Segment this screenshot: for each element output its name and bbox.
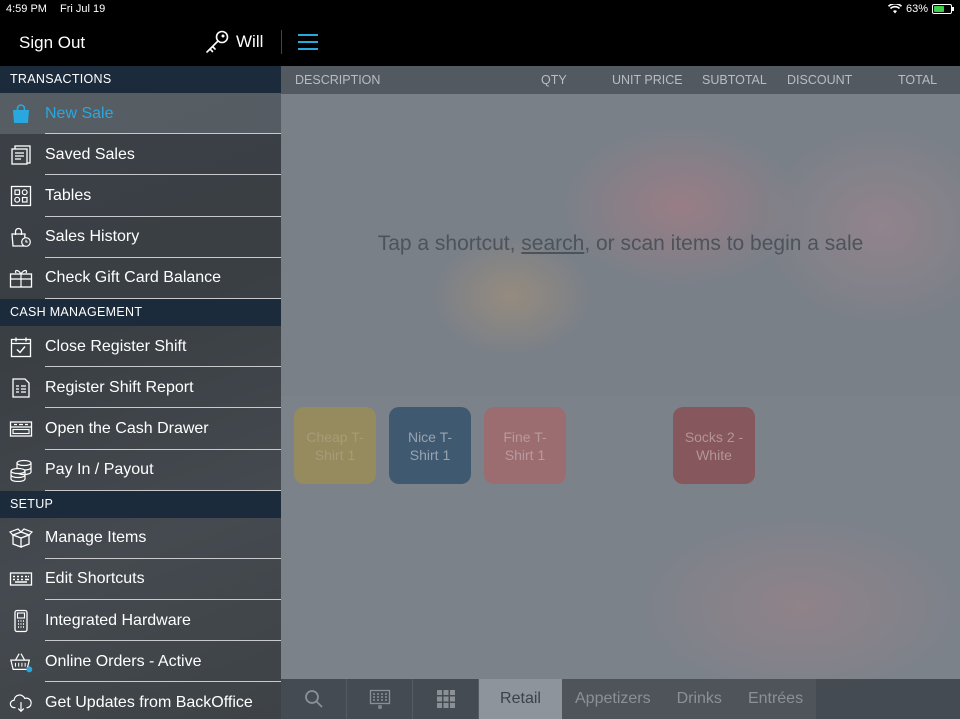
sidebar-item-online-orders[interactable]: Online Orders - Active [0, 641, 281, 683]
sidebar-item-label: Online Orders - Active [45, 652, 202, 670]
sidebar-item-label: Register Shift Report [45, 378, 194, 396]
search-tab[interactable] [281, 679, 347, 719]
battery-percent: 63% [905, 3, 928, 15]
shortcut-cheap-t-shirt-1[interactable]: Cheap T-Shirt 1 [294, 407, 376, 484]
battery-icon [932, 4, 954, 14]
sidebar-item-integrated-hardware[interactable]: Integrated Hardware [0, 600, 281, 642]
tab-retail[interactable]: Retail [479, 679, 562, 719]
column-unit-price: UNIT PRICE [612, 73, 683, 87]
sidebar-item-sales-history[interactable]: Sales History [0, 217, 281, 258]
keypad-tab[interactable] [347, 679, 413, 719]
section-header-setup: SETUP [0, 490, 281, 518]
calendar-check-icon [9, 335, 33, 359]
card-terminal-icon [9, 609, 33, 633]
column-discount: DISCOUNT [787, 73, 853, 87]
sidebar-item-gift-card-balance[interactable]: Check Gift Card Balance [0, 258, 281, 300]
sidebar-item-label: Sales History [45, 228, 140, 246]
sidebar-item-label: Manage Items [45, 529, 147, 547]
sales-history-icon [9, 225, 33, 249]
nav-divider [281, 30, 282, 54]
sidebar-item-close-register-shift[interactable]: Close Register Shift [0, 326, 281, 368]
keyboard-icon [9, 567, 33, 591]
sale-area: DESCRIPTION QTY UNIT PRICE SUBTOTAL DISC… [281, 66, 960, 719]
sidebar-item-saved-sales[interactable]: Saved Sales [0, 134, 281, 176]
sidebar-item-label: Integrated Hardware [45, 611, 191, 629]
key-icon [206, 30, 229, 53]
shopping-bag-icon [9, 102, 33, 126]
sidebar-item-label: Get Updates from BackOffice [45, 694, 253, 712]
status-date: Fri Jul 19 [60, 3, 106, 15]
tab-drinks[interactable]: Drinks [663, 679, 735, 719]
shortcut-grid [281, 396, 960, 679]
sidebar-item-open-cash-drawer[interactable]: Open the Cash Drawer [0, 408, 281, 450]
section-header-transactions: TRANSACTIONS [0, 66, 281, 93]
sidebar-item-label: Tables [45, 186, 92, 204]
tab-appetizers[interactable]: Appetizers [562, 679, 664, 719]
empty-sale-message: Tap a shortcut, search, or scan items to… [281, 232, 960, 256]
box-icon [9, 526, 33, 550]
cloud-download-icon [9, 691, 33, 715]
keypad-icon [369, 689, 390, 709]
empty-message-prefix: Tap a shortcut, [377, 232, 522, 255]
status-time: 4:59 PM [6, 3, 47, 15]
search-link[interactable]: search [521, 232, 584, 255]
sidebar-item-get-updates[interactable]: Get Updates from BackOffice [0, 682, 281, 719]
tables-icon [9, 184, 33, 208]
section-header-cash-management: CASH MANAGEMENT [0, 298, 281, 326]
coins-icon [9, 458, 33, 483]
sidebar-item-label: New Sale [45, 104, 114, 122]
sidebar-item-label: Saved Sales [45, 145, 135, 163]
sidebar-item-label: Close Register Shift [45, 337, 187, 355]
sale-table-header: DESCRIPTION QTY UNIT PRICE SUBTOTAL DISC… [281, 66, 960, 94]
sidebar-item-label: Check Gift Card Balance [45, 269, 222, 287]
cash-drawer-icon [9, 417, 33, 441]
battery-level [934, 6, 945, 12]
user-menu[interactable]: Will [204, 29, 263, 55]
column-qty: QTY [541, 73, 567, 87]
sidebar-item-label: Edit Shortcuts [45, 570, 145, 588]
column-subtotal: SUBTOTAL [702, 73, 767, 87]
sidebar-item-label: Pay In / Payout [45, 461, 154, 479]
menu-toggle-icon[interactable] [298, 34, 318, 50]
search-icon [304, 690, 323, 708]
sidebar-item-edit-shortcuts[interactable]: Edit Shortcuts [0, 559, 281, 601]
sidebar-item-label: Open the Cash Drawer [45, 419, 209, 437]
grid-icon [436, 690, 455, 708]
sidebar-menu: TRANSACTIONS New Sale Saved Sales Tables… [0, 66, 281, 719]
report-icon [9, 376, 33, 400]
column-description: DESCRIPTION [295, 73, 381, 87]
sidebar-item-register-shift-report[interactable]: Register Shift Report [0, 367, 281, 409]
shortcut-socks-2-white[interactable]: Socks 2 - White [673, 407, 755, 484]
sidebar-item-pay-in-payout[interactable]: Pay In / Payout [0, 450, 281, 491]
saved-sales-icon [9, 143, 33, 167]
sidebar-item-new-sale[interactable]: New Sale [0, 93, 281, 135]
sidebar-item-manage-items[interactable]: Manage Items [0, 518, 281, 560]
shortcut-nice-t-shirt-1[interactable]: Nice T-Shirt 1 [389, 407, 471, 484]
status-bar: 4:59 PM Fri Jul 19 63% [0, 0, 960, 18]
user-name: Will [236, 32, 264, 51]
grid-tab[interactable] [413, 679, 479, 719]
basket-icon [9, 650, 33, 674]
top-nav: Sign Out Will [0, 18, 960, 66]
shortcut-tabs: Retail Appetizers Drinks Entrées [281, 679, 960, 719]
sign-out-button[interactable]: Sign Out [19, 33, 85, 53]
sidebar-item-tables[interactable]: Tables [0, 175, 281, 217]
empty-message-suffix: , or scan items to begin a sale [584, 232, 864, 255]
gift-card-icon [9, 266, 33, 290]
tab-entrees[interactable]: Entrées [734, 679, 817, 719]
wifi-icon [887, 4, 902, 14]
column-total: TOTAL [898, 73, 938, 87]
shortcut-fine-t-shirt-1[interactable]: Fine T-Shirt 1 [484, 407, 566, 484]
